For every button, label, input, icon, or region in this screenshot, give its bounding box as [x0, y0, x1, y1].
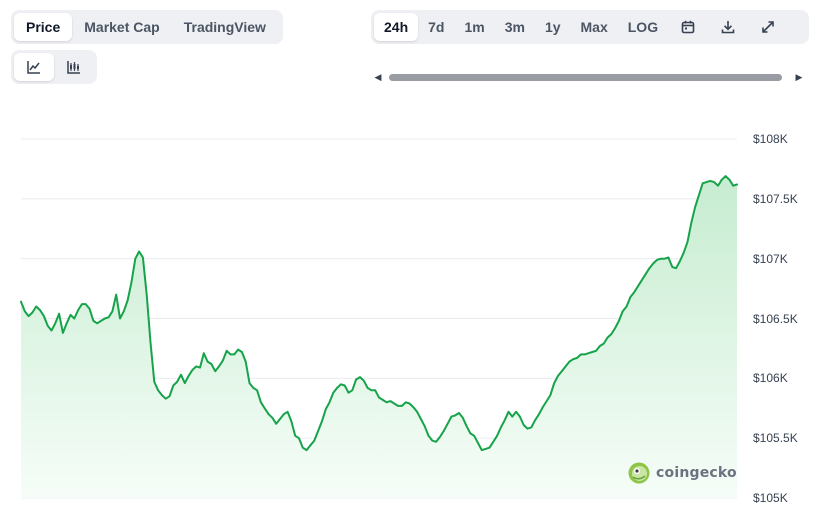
y-axis-tick-label: $105.5K	[753, 431, 798, 446]
y-axis-tick-label: $107K	[753, 251, 788, 266]
price-area-fill	[21, 176, 737, 498]
gecko-icon	[628, 462, 650, 484]
brand-name: coingecko	[656, 465, 737, 481]
y-axis-tick-label: $106.5K	[753, 311, 798, 326]
y-axis-tick-label: $105K	[753, 491, 788, 505]
y-axis-tick-label: $107.5K	[753, 191, 798, 206]
coingecko-logo: coingecko	[628, 462, 737, 484]
y-axis-tick-label: $108K	[753, 132, 788, 146]
y-axis-tick-label: $106K	[753, 371, 788, 386]
price-chart	[20, 138, 738, 499]
